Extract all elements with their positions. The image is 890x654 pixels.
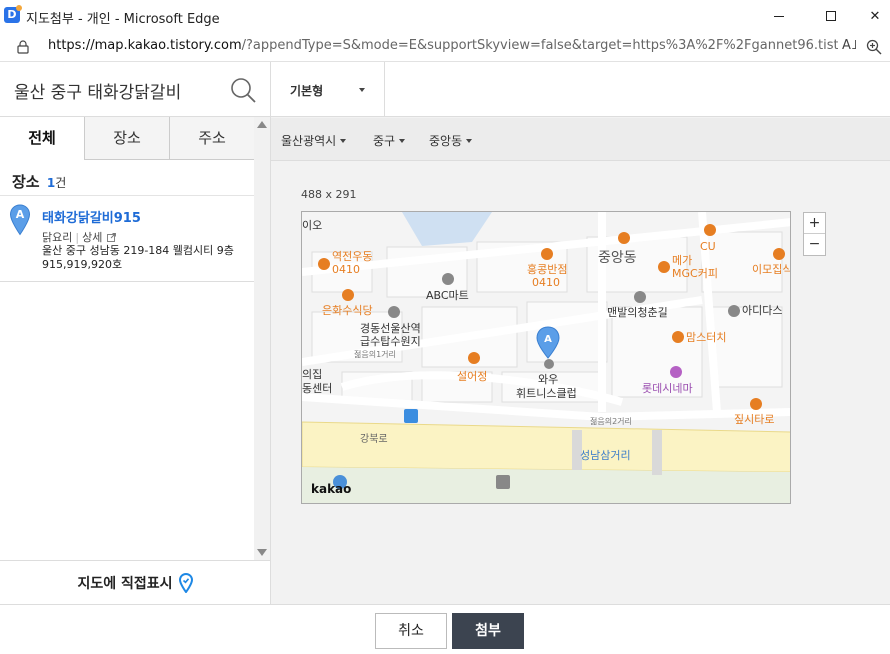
map-marker-letter: A <box>544 334 552 345</box>
direct-mark-label: 지도에 직접표시 <box>77 575 173 592</box>
url-text[interactable]: https://map.kakao.tistory.com/?appendTyp… <box>48 38 838 53</box>
zoom-in-button[interactable]: + <box>804 213 825 234</box>
minimize-button[interactable] <box>756 0 802 32</box>
region-select-city[interactable]: 울산광역시 <box>281 132 347 149</box>
map-label: 의집 <box>302 368 322 381</box>
attach-button[interactable]: 첨부 <box>452 613 524 649</box>
map-label: 중앙동 <box>598 250 637 266</box>
map-type-label: 기본형 <box>290 84 324 98</box>
maximize-icon <box>826 11 836 21</box>
map-label: 0410 <box>332 263 360 276</box>
url-host: https://map.kakao.tistory.com <box>48 38 242 53</box>
map-label: 짚시타로 <box>734 413 774 426</box>
action-bar: 취소 첨부 <box>0 604 890 654</box>
map-label: 아디다스 <box>742 304 782 317</box>
map-label: 젊음의2거리 <box>590 416 632 426</box>
cancel-button[interactable]: 취소 <box>375 613 447 649</box>
zoom-icon[interactable] <box>866 39 882 55</box>
map-label: 설어정 <box>457 370 487 383</box>
map-label: 급수탑수원지 <box>360 335 421 348</box>
kakao-logo: kakao <box>311 482 352 496</box>
map-type-select[interactable]: 기본형 <box>271 62 385 117</box>
map-image: A 역전우동 0410 홍콩반점 0410 메가 MGC커피 CU 이모집식 은… <box>302 212 791 503</box>
map-type-bar: 기본형 <box>271 62 890 117</box>
zoom-control: + − <box>803 212 826 256</box>
read-aloud-button[interactable]: A˩ <box>842 38 857 53</box>
region-bar: 울산광역시 중구 중앙동 <box>271 118 890 161</box>
result-heading-label: 장소 <box>12 173 40 191</box>
detail-link[interactable]: 상세 <box>82 231 102 244</box>
result-tabs: 전체 장소 주소 <box>0 117 254 160</box>
marker-letter: A <box>16 208 25 221</box>
external-link-icon[interactable] <box>106 233 116 242</box>
list-item[interactable]: A 태화강닭갈비915 닭요리 | 상세 울산 중구 성남동 219-184 웰컴시… <box>0 196 254 282</box>
region-select-district[interactable]: 중구 <box>373 132 406 149</box>
map-label: 은화수식당 <box>322 304 373 317</box>
chevron-down-icon <box>359 88 365 92</box>
url-path: /?appendType=S&mode=E&supportSkyview=fal… <box>241 38 838 53</box>
map-label: 이오 <box>302 219 322 232</box>
map-label: 강북로 <box>360 433 388 445</box>
window-title: 지도첨부 - 개인 - Microsoft Edge <box>26 12 220 27</box>
lock-icon[interactable] <box>17 40 29 54</box>
tab-address[interactable]: 주소 <box>169 117 254 160</box>
scroll-down-icon[interactable] <box>257 549 267 556</box>
app-icon: D <box>4 5 22 23</box>
map-label: 동센터 <box>302 382 332 395</box>
window-titlebar: D 지도첨부 - 개인 - Microsoft Edge ✕ <box>0 0 890 32</box>
map-label: CU <box>700 240 716 253</box>
minimize-icon <box>774 15 784 17</box>
category-divider: | <box>75 231 80 244</box>
result-count: 1 <box>46 176 56 190</box>
map-label: 메가 <box>672 254 692 267</box>
tab-all[interactable]: 전체 <box>0 117 84 160</box>
map-label: 맘스터치 <box>686 331 726 344</box>
search-box[interactable]: 울산 중구 태화강닭갈비 <box>0 62 270 117</box>
category-label: 닭요리 <box>42 231 73 244</box>
map-panel: 기본형 울산광역시 중구 중앙동 488 x 291 A 역전우동 0410 홍… <box>271 62 890 604</box>
map-label: 롯데시네마 <box>642 382 693 395</box>
region-dong-label: 중앙동 <box>429 134 463 148</box>
map-label: 와우 <box>538 373 558 386</box>
close-icon: ✕ <box>869 8 881 24</box>
chevron-down-icon <box>340 138 347 143</box>
map-size-label: 488 x 291 <box>301 188 357 201</box>
map-label: 젊음의1거리 <box>354 349 396 359</box>
scrollbar[interactable] <box>254 117 270 560</box>
map-label: 휘트니스클럽 <box>516 386 577 400</box>
place-name[interactable]: 태화강닭갈비915 <box>42 207 141 226</box>
direct-mark-button[interactable]: 지도에 직접표시 <box>0 560 270 604</box>
search-panel: 울산 중구 태화강닭갈비 전체 장소 주소 장소 1건 A 태화강닭갈비915 … <box>0 62 271 604</box>
map-label: 경동선울산역 <box>360 322 421 335</box>
tab-places[interactable]: 장소 <box>84 117 169 160</box>
chevron-down-icon <box>466 138 473 143</box>
result-heading: 장소 1건 <box>12 171 66 192</box>
result-count-unit: 건 <box>55 176 67 190</box>
search-icon[interactable] <box>229 76 257 104</box>
region-select-dong[interactable]: 중앙동 <box>429 132 473 149</box>
location-pin-icon <box>178 572 193 593</box>
map-label: 맨발의청춘길 <box>607 306 668 319</box>
zoom-out-button[interactable]: − <box>804 234 825 255</box>
map-marker-icon: A <box>9 204 31 236</box>
map-label: MGC커피 <box>672 267 718 280</box>
address-bar: https://map.kakao.tistory.com/?appendTyp… <box>0 32 890 62</box>
map-canvas[interactable]: A 역전우동 0410 홍콩반점 0410 메가 MGC커피 CU 이모집식 은… <box>301 211 791 504</box>
chevron-down-icon <box>399 138 406 143</box>
map-label: 0410 <box>532 276 560 289</box>
search-input[interactable]: 울산 중구 태화강닭갈비 <box>14 78 181 103</box>
map-label: ABC마트 <box>426 289 469 302</box>
region-district-label: 중구 <box>373 134 396 148</box>
map-label: 홍콩반점 <box>527 262 567 276</box>
map-label: 역전우동 <box>332 250 372 263</box>
map-label: 이모집식 <box>752 263 791 276</box>
region-city-label: 울산광역시 <box>281 134 337 148</box>
close-button[interactable]: ✕ <box>852 0 890 32</box>
maximize-button[interactable] <box>808 0 854 32</box>
map-label: 성남삼거리 <box>580 449 631 462</box>
place-category: 닭요리 | 상세 <box>42 229 116 245</box>
place-address: 울산 중구 성남동 219-184 웰컴시티 9층 915,919,920호 <box>42 244 234 271</box>
scroll-up-icon[interactable] <box>257 121 267 128</box>
